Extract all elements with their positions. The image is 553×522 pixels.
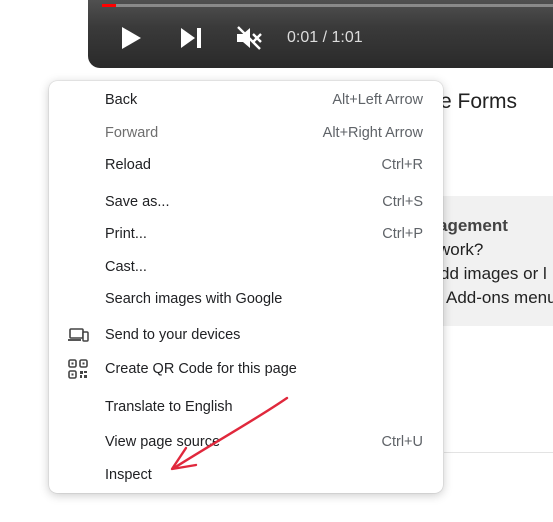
menu-item-shortcut: Ctrl+R xyxy=(381,157,424,173)
menu-item-search-images[interactable]: Search images with Google xyxy=(49,287,443,311)
qr-code-icon xyxy=(67,358,89,380)
mute-button[interactable] xyxy=(233,24,265,52)
menu-item-shortcut: Alt+Left Arrow xyxy=(332,92,423,108)
menu-item-inspect[interactable]: Inspect xyxy=(49,463,443,487)
card-heading: agement xyxy=(438,216,508,235)
menu-item-shortcut: Ctrl+U xyxy=(381,434,424,450)
menu-item-label: Forward xyxy=(105,125,159,141)
page-title: e Forms xyxy=(440,90,518,113)
menu-item-label: Send to your devices xyxy=(105,327,241,343)
menu-item-label: Translate to English xyxy=(105,399,233,415)
menu-item-label: Inspect xyxy=(105,467,152,483)
menu-item-view-page-source[interactable]: View page source Ctrl+U xyxy=(49,430,443,454)
menu-item-label: Print... xyxy=(105,226,147,242)
skip-next-icon xyxy=(181,28,201,48)
next-button[interactable] xyxy=(176,24,206,52)
menu-item-cast[interactable]: Cast... xyxy=(49,255,443,279)
video-time: 0:01 / 1:01 xyxy=(287,29,363,46)
play-button[interactable] xyxy=(116,24,146,52)
video-progress-fill xyxy=(102,4,116,7)
menu-item-forward[interactable]: Forward Alt+Right Arrow xyxy=(49,121,443,145)
video-player[interactable]: 0:01 / 1:01 xyxy=(88,0,553,68)
menu-item-print[interactable]: Print... Ctrl+P xyxy=(49,222,443,246)
menu-item-create-qr-code[interactable]: Create QR Code for this page xyxy=(49,357,443,381)
card-text-line: work? xyxy=(438,240,484,259)
menu-item-save-as[interactable]: Save as... Ctrl+S xyxy=(49,190,443,214)
menu-item-label: Save as... xyxy=(105,194,170,210)
menu-item-label: Reload xyxy=(105,157,151,173)
menu-item-label: Cast... xyxy=(105,259,147,275)
menu-item-shortcut: Ctrl+P xyxy=(382,226,423,242)
menu-item-label: View page source xyxy=(105,434,221,450)
menu-item-reload[interactable]: Reload Ctrl+R xyxy=(49,153,443,177)
card-text-line: dd images or l xyxy=(440,264,547,283)
content-card: agement work? dd images or l Add-ons men… xyxy=(430,196,553,326)
menu-item-translate[interactable]: Translate to English xyxy=(49,395,443,419)
video-progress-bar[interactable] xyxy=(102,4,553,7)
card-text-line: Add-ons menu xyxy=(446,288,553,307)
page-divider xyxy=(444,452,553,453)
menu-item-label: Search images with Google xyxy=(105,291,283,307)
play-icon xyxy=(122,27,141,49)
menu-item-send-to-devices[interactable]: Send to your devices xyxy=(49,323,443,347)
context-menu: Back Alt+Left Arrow Forward Alt+Right Ar… xyxy=(49,81,443,493)
menu-item-shortcut: Alt+Right Arrow xyxy=(322,125,423,141)
menu-item-back[interactable]: Back Alt+Left Arrow xyxy=(49,88,443,112)
menu-item-shortcut: Ctrl+S xyxy=(382,194,423,210)
menu-item-label: Back xyxy=(105,92,138,108)
devices-icon xyxy=(67,324,89,346)
menu-item-label: Create QR Code for this page xyxy=(105,361,297,377)
muted-volume-icon xyxy=(237,26,262,50)
